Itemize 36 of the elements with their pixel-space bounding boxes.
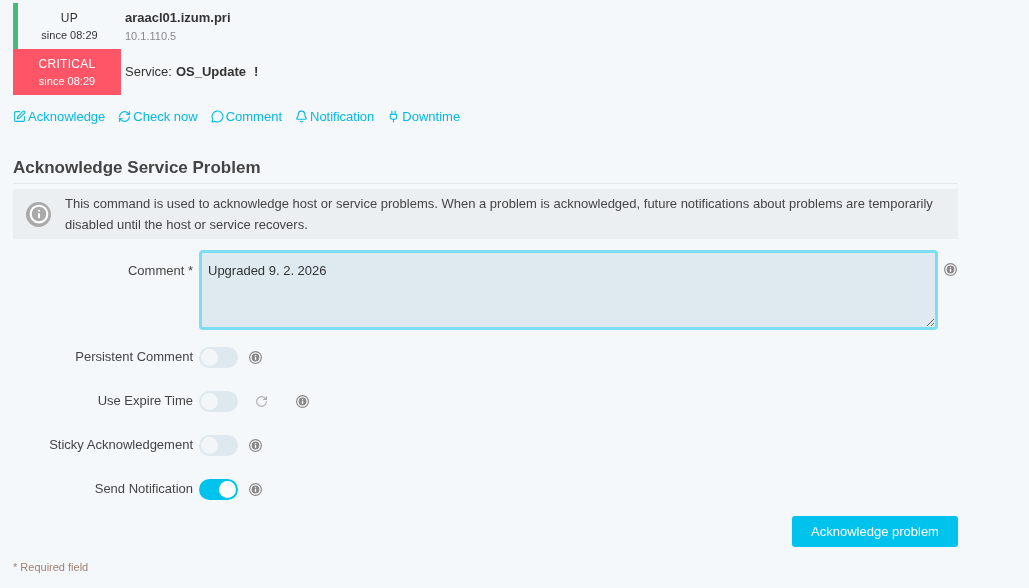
service-state: CRITICAL since 08:29 (13, 49, 121, 95)
submit-button[interactable]: Acknowledge problem (792, 516, 958, 547)
info-icon[interactable] (296, 394, 309, 408)
action-link[interactable]: Acknowledge (13, 107, 106, 127)
comment-field[interactable]: Upgraded 9. 2. 2026 (199, 250, 938, 330)
pen-square-icon[interactable] (13, 110, 26, 124)
form-title: Acknowledge Service Problem (13, 154, 958, 184)
option-label: Use Expire Time (96, 392, 194, 411)
toggle-switch[interactable] (199, 390, 238, 412)
action-link[interactable]: Comment (210, 107, 282, 127)
option-label: Send Notification (93, 480, 194, 499)
host-address: 10.1.110.5 (125, 28, 178, 44)
action-link[interactable]: Check now (118, 107, 198, 127)
option-label: Persistent Comment (74, 348, 194, 367)
option-label: Sticky Acknowledgement (48, 436, 194, 455)
service-label: Service: (125, 63, 172, 82)
info-icon (26, 201, 51, 227)
speech-bubble-icon[interactable] (210, 110, 224, 124)
refresh-icon[interactable] (118, 110, 132, 124)
exclamation-mark: ! (254, 63, 259, 82)
info-icon[interactable] (249, 350, 262, 364)
required-note: * Required field (13, 560, 90, 575)
bell-icon[interactable] (295, 110, 308, 124)
info-icon[interactable] (249, 482, 262, 496)
refresh-icon[interactable] (255, 394, 268, 408)
info-icon[interactable] (249, 438, 262, 452)
action-link[interactable]: Notification (295, 107, 375, 127)
toggle-switch[interactable] (199, 346, 238, 368)
host-name[interactable]: araacl01.izum.pri (125, 8, 231, 28)
toggle-switch[interactable] (199, 434, 238, 456)
info-text: This command is used to acknowledge host or service problems. When a problem is acknowledged, future notifications about problems are temporarily disabled until the host or service recovers. (65, 195, 934, 234)
action-link[interactable]: Downtime (387, 107, 461, 127)
field-label: Comment * (126, 262, 194, 280)
service-name[interactable]: OS_Update (175, 62, 247, 82)
toggle-switch[interactable] (199, 478, 238, 500)
info-icon[interactable] (944, 263, 957, 276)
